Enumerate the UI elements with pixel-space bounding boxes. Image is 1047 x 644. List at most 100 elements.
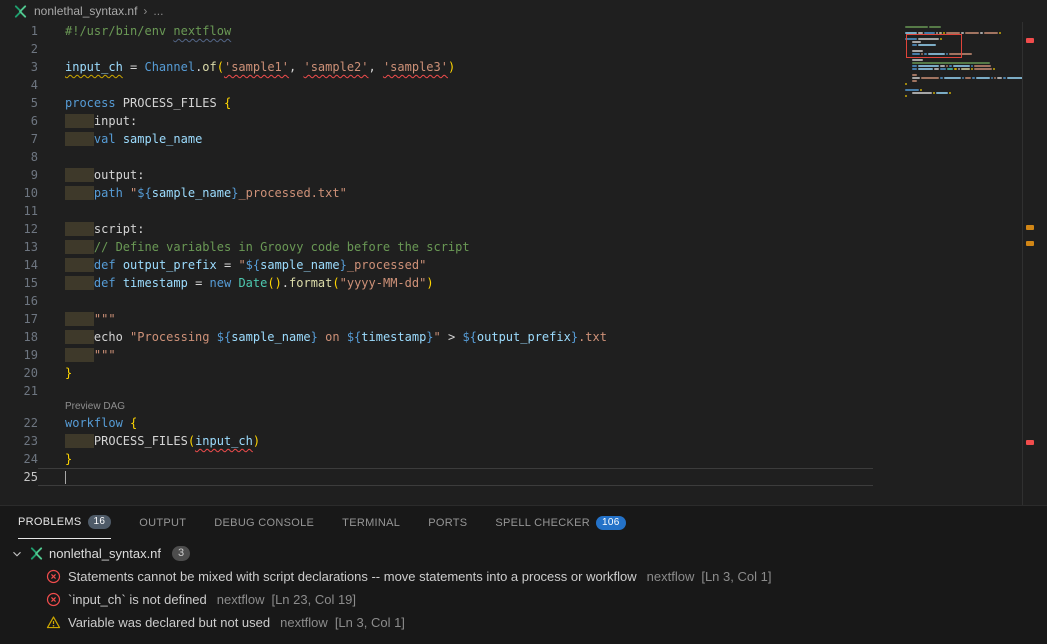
code-token: ) [426,276,433,290]
code-line-16[interactable]: 16 [0,292,1047,310]
line-text: output: [38,166,144,184]
line-text: input_ch = Channel.of('sample1', 'sample… [38,58,455,76]
tab-terminal[interactable]: TERMINAL [342,506,400,539]
minimap-border [1022,22,1023,505]
problem-message: `input_ch` is not defined [68,592,207,607]
problem-row-warning[interactable]: Variable was declared but not usednextfl… [0,611,1047,634]
code-line-14[interactable]: 14 def output_prefix = "${sample_name}_p… [0,256,1047,274]
code-line-24[interactable]: 24} [0,450,1047,468]
line-number: 14 [0,256,38,274]
editor[interactable]: 1#!/usr/bin/env nextflow23input_ch = Cha… [0,22,1047,505]
problems-count-badge: 3 [172,546,190,561]
code-token: Channel [144,60,195,74]
tab-label: SPELL CHECKER [495,517,590,529]
code-line-1[interactable]: 1#!/usr/bin/env nextflow [0,22,1047,40]
code-line-8[interactable]: 8 [0,148,1047,166]
problem-source: nextflow [280,615,328,630]
code-line-7[interactable]: 7 val sample_name [0,130,1047,148]
tab-ports[interactable]: PORTS [428,506,467,539]
code-line-22[interactable]: 22workflow { [0,414,1047,432]
code-line-3[interactable]: 3input_ch = Channel.of('sample1', 'sampl… [0,58,1047,76]
code-line-18[interactable]: 18 echo "Processing ${sample_name} on ${… [0,328,1047,346]
code-line-15[interactable]: 15 def timestamp = new Date().format("yy… [0,274,1047,292]
code-token: on [318,330,347,344]
code-token: val [94,132,116,146]
code-token: new [210,276,239,290]
line-number: 13 [0,238,38,256]
problem-row-error[interactable]: Statements cannot be mixed with script d… [0,565,1047,588]
code-token: _processed.txt" [238,186,346,200]
code-line-9[interactable]: 9 output: [0,166,1047,184]
code-token: sample_name [152,186,231,200]
code-line-20[interactable]: 20} [0,364,1047,382]
line-number: 22 [0,414,38,432]
code-token: "Processing [130,330,217,344]
code-line-23[interactable]: 23 PROCESS_FILES(input_ch) [0,432,1047,450]
problems-file-row[interactable]: nonlethal_syntax.nf 3 [0,542,1047,565]
code-line-17[interactable]: 17 """ [0,310,1047,328]
codelens-preview-dag[interactable]: Preview DAG [0,400,1047,414]
tab-debug-console[interactable]: DEBUG CONSOLE [214,506,314,539]
line-text: def timestamp = new Date().format("yyyy-… [38,274,434,292]
tab-label: DEBUG CONSOLE [214,517,314,529]
code-token [65,222,94,236]
problems-list: nonlethal_syntax.nf 3 Statements cannot … [0,539,1047,634]
problem-row-error[interactable]: `input_ch` is not definednextflow[Ln 23,… [0,588,1047,611]
line-number: 15 [0,274,38,292]
line-number: 7 [0,130,38,148]
tab-badge: 16 [88,515,112,529]
code-line-10[interactable]: 10 path "${sample_name}_processed.txt" [0,184,1047,202]
code-token: } [65,452,72,466]
minimap-row [905,74,1022,76]
tab-output[interactable]: OUTPUT [139,506,186,539]
code-token: of [202,60,216,74]
tab-problems[interactable]: PROBLEMS 16 [18,506,111,539]
code-line-5[interactable]: 5process PROCESS_FILES { [0,94,1047,112]
code-token: sample_name [260,258,339,272]
code-token [65,168,94,182]
code-token: ) [448,60,455,74]
code-token: PROCESS_FILES [94,434,188,448]
code-token: """ [94,348,116,362]
tab-label: OUTPUT [139,517,186,529]
chevron-down-icon[interactable] [10,547,24,561]
line-text: #!/usr/bin/env nextflow [38,22,231,40]
line-number: 5 [0,94,38,112]
overview-ruler-mark [1026,225,1034,230]
tab-label: PROBLEMS [18,516,82,528]
breadcrumb-file[interactable]: nonlethal_syntax.nf [34,4,137,18]
tab-spell-checker[interactable]: SPELL CHECKER106 [495,506,625,539]
line-number: 10 [0,184,38,202]
code-token: script: [94,222,145,236]
breadcrumb[interactable]: nonlethal_syntax.nf › ... [0,0,1047,22]
code-token [65,258,94,272]
line-number: 2 [0,40,38,58]
nextflow-file-icon [29,546,44,561]
line-number: 4 [0,76,38,94]
code-token: output_prefix [116,258,217,272]
code-line-12[interactable]: 12 script: [0,220,1047,238]
breadcrumb-symbol-ellipsis[interactable]: ... [153,4,163,18]
code-token: = [188,276,210,290]
code-token: () [267,276,281,290]
code-token: { [130,416,137,430]
line-number: 17 [0,310,38,328]
warning-icon [46,615,61,630]
line-text: } [38,450,72,468]
code-line-13[interactable]: 13 // Define variables in Groovy code be… [0,238,1047,256]
minimap[interactable] [905,26,1022,112]
code-token: ${ [347,330,361,344]
code-line-6[interactable]: 6 input: [0,112,1047,130]
code-line-21[interactable]: 21 [0,382,1047,400]
minimap-row [905,95,1022,97]
code-token: = [123,60,145,74]
code-line-19[interactable]: 19 """ [0,346,1047,364]
code-line-2[interactable]: 2 [0,40,1047,58]
code-token: def [94,258,116,272]
line-text [38,468,873,486]
code-line-11[interactable]: 11 [0,202,1047,220]
code-line-25[interactable]: 25 [0,468,1047,486]
breadcrumb-separator-icon: › [143,4,147,18]
code-token: ${ [246,258,260,272]
code-line-4[interactable]: 4 [0,76,1047,94]
